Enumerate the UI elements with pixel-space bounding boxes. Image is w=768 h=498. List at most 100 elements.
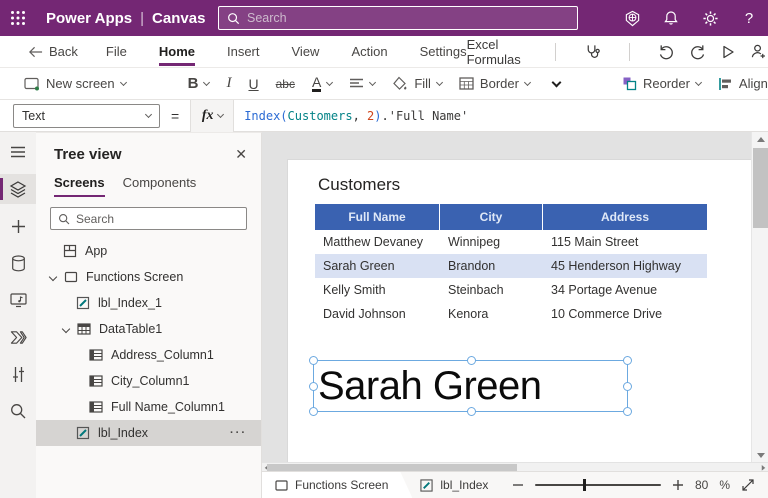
bold-button[interactable]: B xyxy=(188,75,210,92)
app-screen[interactable]: Customers Full NameCityAddress Matthew D… xyxy=(288,160,751,462)
back-button[interactable]: Back xyxy=(28,44,78,59)
zoom-in-plus-icon[interactable] xyxy=(672,479,684,491)
tree-item-city-column1[interactable]: City_Column1 xyxy=(36,368,261,394)
tree-search-box[interactable] xyxy=(50,207,247,230)
table-row[interactable]: Matthew DevaneyWinnipeg115 Main Street xyxy=(315,230,707,254)
statusbar-screen-breadcrumb[interactable]: Functions Screen xyxy=(262,472,412,498)
formula-token: 2 xyxy=(360,109,374,123)
resize-handle[interactable] xyxy=(623,382,632,391)
vertical-scrollbar-thumb[interactable] xyxy=(753,148,768,228)
notifications-bell-icon[interactable] xyxy=(662,9,680,27)
menu-item-file[interactable]: File xyxy=(106,38,127,66)
property-selector-dropdown[interactable]: Text xyxy=(13,104,160,128)
tree-view-tab-components[interactable]: Components xyxy=(123,175,197,197)
help-icon[interactable]: ? xyxy=(740,9,758,27)
property-selector-value: Text xyxy=(22,109,45,123)
zoom-slider-handle[interactable] xyxy=(583,479,586,491)
vertical-scrollbar[interactable] xyxy=(751,132,768,462)
close-icon[interactable]: ✕ xyxy=(235,146,247,163)
search-icon[interactable] xyxy=(0,396,36,426)
zoom-out-minus-icon[interactable] xyxy=(512,479,524,491)
settings-gear-icon[interactable] xyxy=(701,9,719,27)
tree-view-layers-icon[interactable] xyxy=(0,174,36,204)
scroll-up-icon[interactable] xyxy=(752,132,768,146)
table-header-city[interactable]: City xyxy=(440,204,543,230)
italic-button[interactable]: I xyxy=(226,75,231,92)
tree-search-input[interactable] xyxy=(76,212,239,226)
tree-item-datatable1[interactable]: DataTable1 xyxy=(36,316,261,342)
menu-item-action[interactable]: Action xyxy=(351,38,387,66)
more-options-icon[interactable]: ··· xyxy=(230,427,247,439)
horizontal-scrollbar-thumb[interactable] xyxy=(267,464,517,471)
app-checker-stethoscope-icon[interactable] xyxy=(584,43,601,61)
align-button[interactable]: Align xyxy=(718,76,768,91)
menu-item-view[interactable]: View xyxy=(292,38,320,66)
table-row[interactable]: Sarah GreenBrandon45 Henderson Highway xyxy=(315,254,707,278)
chevron-expand-icon[interactable] xyxy=(62,325,70,333)
undo-icon[interactable] xyxy=(658,43,675,61)
formula-token: , xyxy=(353,109,360,123)
table-cell: Winnipeg xyxy=(440,235,543,249)
media-icon[interactable] xyxy=(0,285,36,315)
insert-plus-icon[interactable] xyxy=(0,211,36,241)
menu-item-insert[interactable]: Insert xyxy=(227,38,260,66)
table-row[interactable]: Kelly SmithSteinbach34 Portage Avenue xyxy=(315,278,707,302)
resize-handle[interactable] xyxy=(467,356,476,365)
table-cell: Steinbach xyxy=(440,283,543,297)
horizontal-scrollbar[interactable] xyxy=(262,462,768,471)
table-row[interactable]: David JohnsonKenora10 Commerce Drive xyxy=(315,302,707,326)
selected-label-control[interactable]: Sarah Green xyxy=(313,360,628,412)
data-table-control[interactable]: Full NameCityAddress Matthew DevaneyWinn… xyxy=(315,204,707,326)
global-search-input[interactable] xyxy=(247,11,569,25)
scroll-down-icon[interactable] xyxy=(752,448,768,462)
menu-item-home[interactable]: Home xyxy=(159,38,195,66)
tree-item-address-column1[interactable]: Address_Column1 xyxy=(36,342,261,368)
global-search-box[interactable] xyxy=(218,6,578,30)
tree-item-full-name-column1[interactable]: Full Name_Column1 xyxy=(36,394,261,420)
tree-item-app[interactable]: App xyxy=(36,238,261,264)
new-screen-button[interactable]: New screen xyxy=(24,76,126,91)
formula-input[interactable]: Index(Customers, 2).'Full Name' xyxy=(234,109,768,123)
resize-handle[interactable] xyxy=(309,382,318,391)
fx-button[interactable]: fx xyxy=(190,100,234,132)
data-sources-icon[interactable] xyxy=(0,248,36,278)
underline-button[interactable]: U xyxy=(248,76,258,92)
table-header-address[interactable]: Address xyxy=(543,204,707,230)
advanced-tools-sliders-icon[interactable] xyxy=(0,359,36,389)
font-color-button[interactable]: A xyxy=(312,75,332,92)
power-automate-icon[interactable] xyxy=(0,322,36,352)
scroll-right-icon[interactable] xyxy=(760,464,766,470)
border-button[interactable]: Border xyxy=(459,76,530,91)
menu-item-settings[interactable]: Settings xyxy=(420,38,467,66)
play-preview-icon[interactable] xyxy=(720,43,736,61)
tree-view-panel: Tree view ✕ Screens Components AppFunctio… xyxy=(36,132,262,498)
fill-button[interactable]: Fill xyxy=(392,76,442,91)
hamburger-menu-icon[interactable] xyxy=(0,137,36,167)
data-table-header-row: Full NameCityAddress xyxy=(315,204,707,230)
tree-item-lbl-index[interactable]: lbl_Index··· xyxy=(36,420,261,446)
tree-item-functions-screen[interactable]: Functions Screen xyxy=(36,264,261,290)
resize-handle[interactable] xyxy=(309,407,318,416)
tree-view-tab-screens[interactable]: Screens xyxy=(54,175,105,197)
strikethrough-button[interactable]: abc xyxy=(276,77,295,91)
resize-handle[interactable] xyxy=(309,356,318,365)
menu-divider xyxy=(629,43,630,61)
reorder-button[interactable]: Reorder xyxy=(622,76,701,91)
more-formatting-button[interactable] xyxy=(553,82,560,86)
zoom-slider[interactable] xyxy=(535,484,661,486)
statusbar-control-breadcrumb[interactable]: lbl_Index xyxy=(420,478,488,492)
top-bar-actions: ? xyxy=(623,0,758,36)
app-launcher-waffle-icon[interactable] xyxy=(0,0,36,36)
environment-icon[interactable] xyxy=(623,9,641,27)
tree-item-lbl-index-1[interactable]: lbl_Index_1 xyxy=(36,290,261,316)
tree-view-title: Tree view xyxy=(54,146,122,163)
resize-handle[interactable] xyxy=(467,407,476,416)
fit-to-window-icon[interactable] xyxy=(741,478,755,492)
text-align-button[interactable] xyxy=(349,78,375,90)
resize-handle[interactable] xyxy=(623,407,632,416)
chevron-expand-icon[interactable] xyxy=(49,273,57,281)
table-header-full-name[interactable]: Full Name xyxy=(315,204,440,230)
share-person-add-icon[interactable] xyxy=(750,43,767,61)
resize-handle[interactable] xyxy=(623,356,632,365)
redo-icon[interactable] xyxy=(689,43,706,61)
